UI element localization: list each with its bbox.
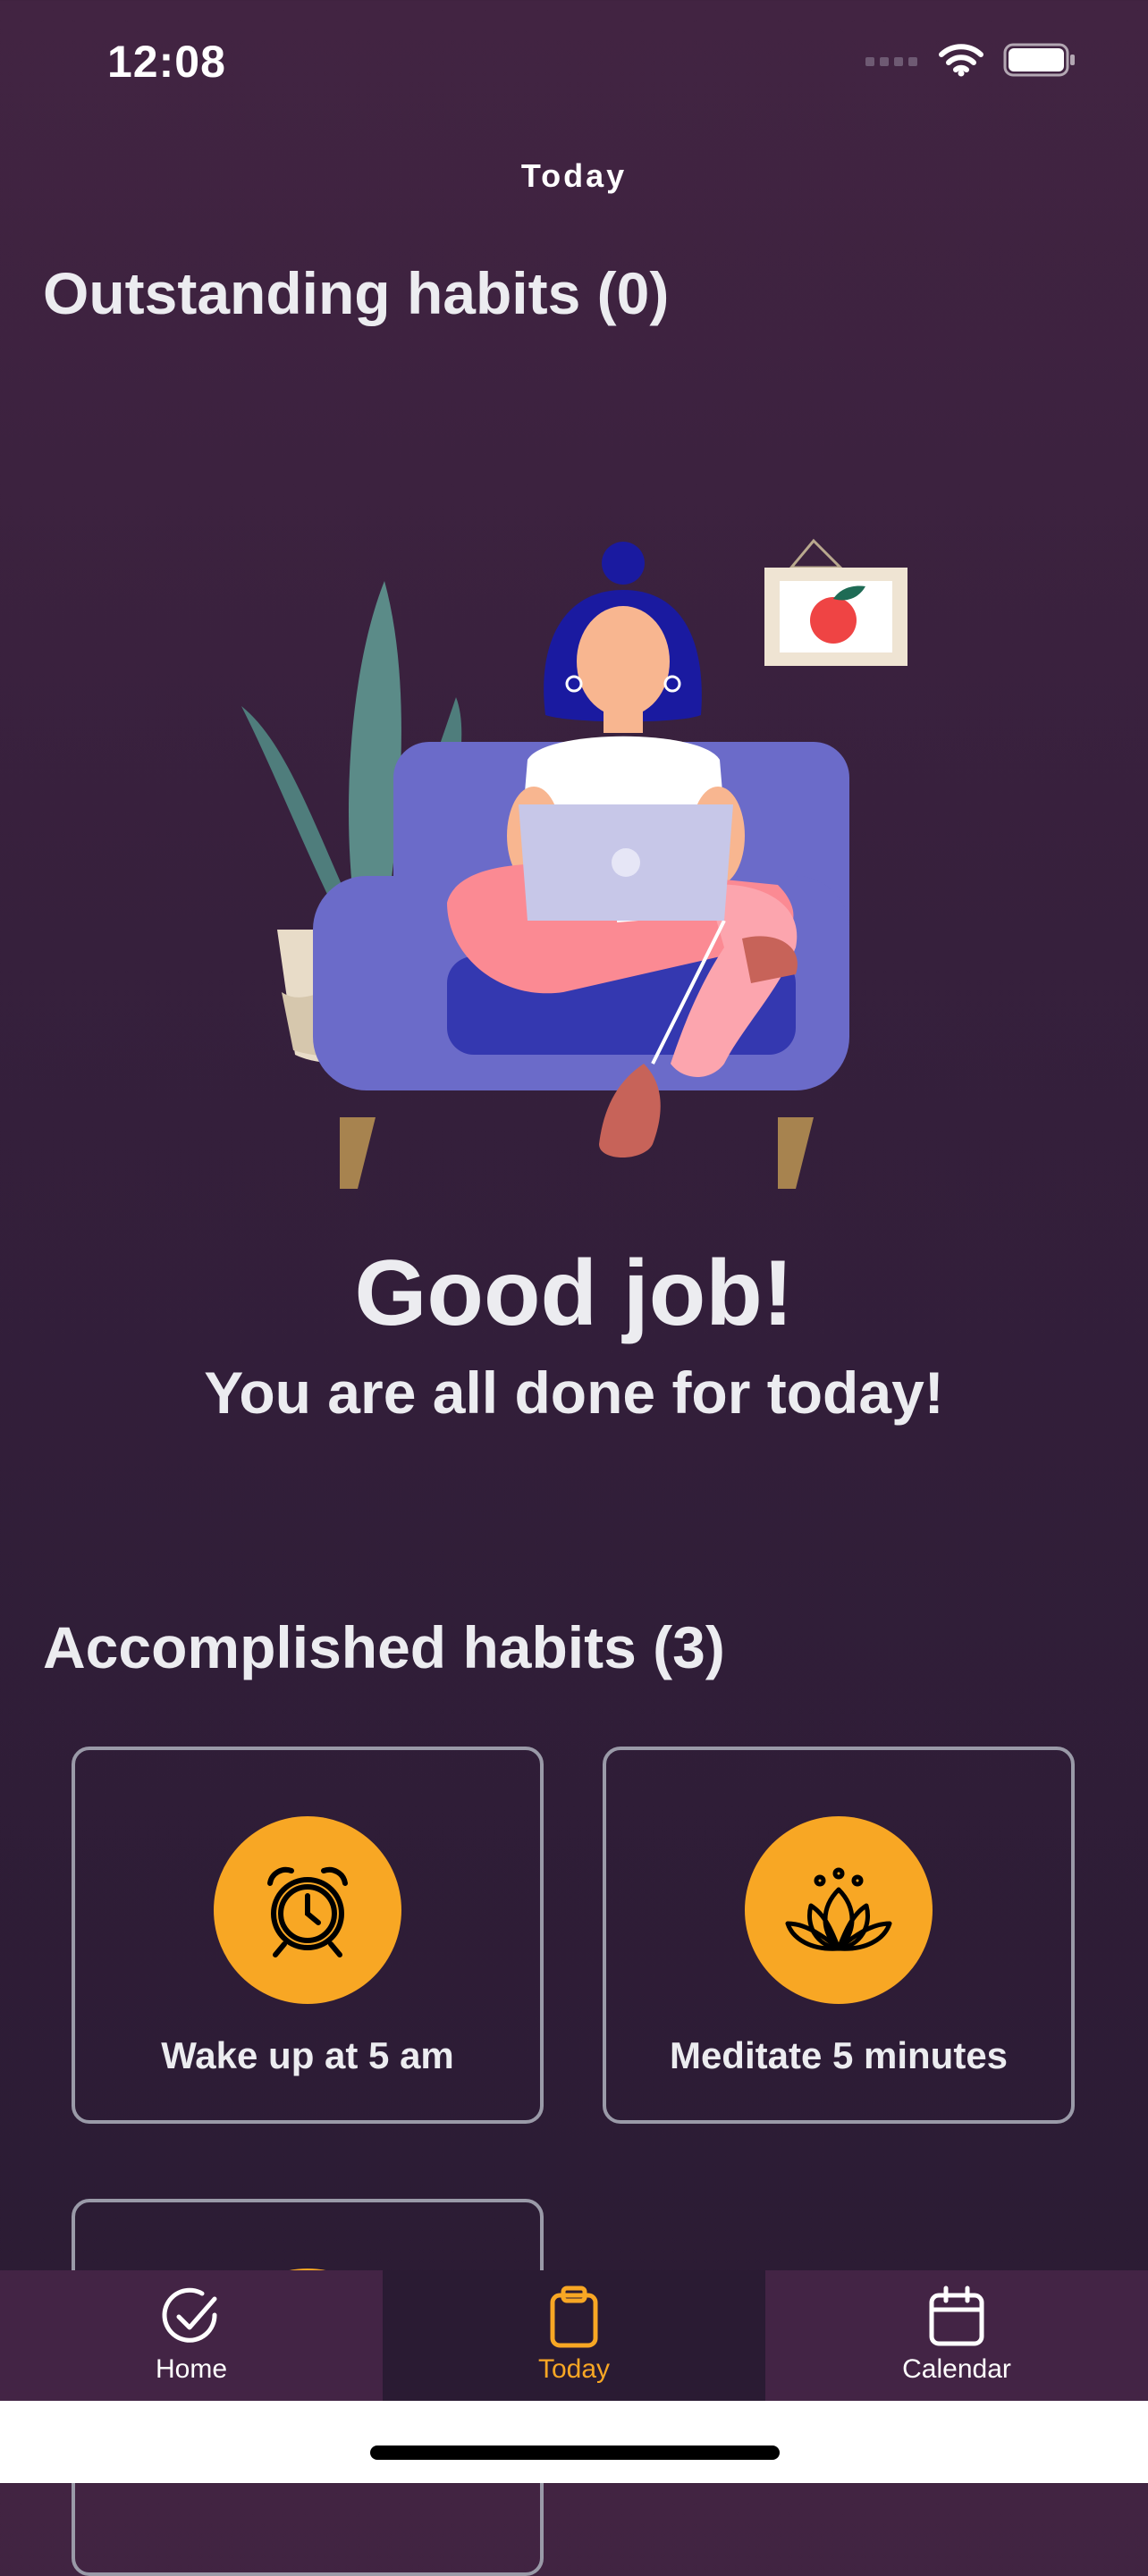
habit-card-wake-up[interactable]: Wake up at 5 am <box>72 1747 544 2124</box>
habit-card-meditate[interactable]: Meditate 5 minutes <box>603 1747 1075 2124</box>
empty-state-headline: Good job! <box>354 1242 794 1345</box>
tab-today[interactable]: Today <box>383 2270 765 2401</box>
alarm-clock-icon <box>267 1866 348 1957</box>
wifi-icon <box>939 44 983 77</box>
tab-home[interactable]: Home <box>0 2270 383 2401</box>
status-time: 12:08 <box>107 37 226 87</box>
status-bar: 12:08 <box>0 0 1148 125</box>
calendar-icon <box>929 2286 984 2346</box>
tab-bar: Home Today Calendar <box>0 2270 1148 2401</box>
tab-label: Calendar <box>902 2354 1011 2384</box>
tab-label: Today <box>537 2354 611 2384</box>
lotus-icon <box>785 1867 892 1951</box>
cellular-signal-icon <box>865 57 917 66</box>
status-icons <box>865 43 1076 77</box>
tab-calendar[interactable]: Calendar <box>765 2270 1148 2401</box>
battery-icon <box>1003 43 1075 77</box>
home-indicator[interactable] <box>370 2446 780 2460</box>
habit-label: Meditate 5 minutes <box>669 2034 1009 2076</box>
habit-icon-circle <box>214 1816 401 2004</box>
page-title: Today <box>520 157 628 194</box>
outstanding-habits-title: Outstanding habits (0) <box>43 260 670 326</box>
habit-icon-circle <box>745 1816 933 2004</box>
habit-label: Wake up at 5 am <box>161 2034 454 2076</box>
clipboard-icon <box>550 2286 598 2348</box>
check-circle-icon <box>162 2287 217 2343</box>
empty-state-illustration <box>241 538 907 1189</box>
home-indicator-area <box>0 2401 1148 2483</box>
empty-state-subline: You are all done for today! <box>204 1360 944 1426</box>
accomplished-habits-title: Accomplished habits (3) <box>43 1614 725 1680</box>
tab-label: Home <box>155 2354 228 2384</box>
